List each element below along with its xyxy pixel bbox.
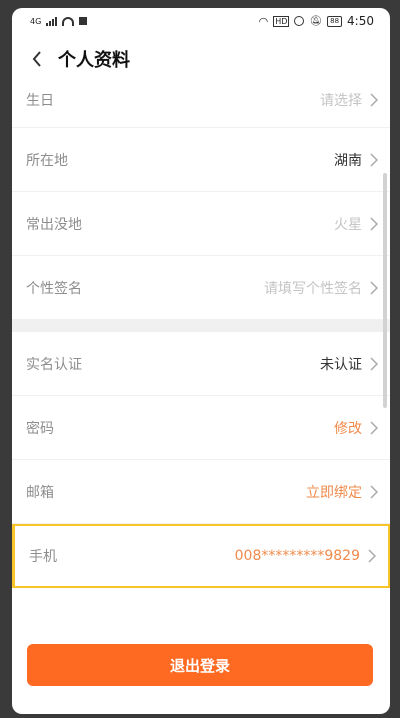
chevron-right-icon bbox=[368, 549, 376, 563]
status-bar: 4G ◠ HD 🔕︎ 88 4:50 bbox=[12, 8, 390, 34]
alarm-icon bbox=[294, 16, 305, 26]
chevron-right-icon bbox=[370, 420, 378, 435]
chevron-right-icon bbox=[370, 356, 378, 371]
row-haunt[interactable]: 常出没地 火星 bbox=[12, 192, 390, 256]
row-label: 生日 bbox=[26, 93, 54, 109]
mute-icon: 🔕︎ bbox=[309, 15, 323, 27]
row-label: 常出没地 bbox=[26, 216, 82, 233]
row-label: 所在地 bbox=[26, 152, 68, 169]
scrollbar[interactable] bbox=[383, 173, 387, 408]
row-value: 修改 bbox=[334, 420, 362, 437]
chevron-right-icon bbox=[370, 216, 378, 231]
row-right: 请填写个性签名 bbox=[264, 278, 378, 298]
signal-icon bbox=[46, 16, 58, 26]
row-right: 008*********9829 bbox=[235, 548, 376, 564]
row-right: 立即绑定 bbox=[306, 482, 378, 502]
row-value: 请选择 bbox=[320, 93, 362, 109]
row-value: 立即绑定 bbox=[306, 484, 362, 501]
row-phone[interactable]: 手机 008*********9829 bbox=[12, 524, 390, 588]
chevron-right-icon bbox=[370, 152, 378, 167]
hd-badge: HD bbox=[273, 15, 290, 27]
row-right: 火星 bbox=[334, 214, 378, 234]
row-label: 密码 bbox=[26, 420, 54, 437]
row-email[interactable]: 邮箱 立即绑定 bbox=[12, 460, 390, 524]
nav-bar: 个人资料 bbox=[12, 34, 390, 84]
back-button[interactable] bbox=[26, 48, 48, 70]
row-value: 火星 bbox=[334, 216, 362, 233]
section-divider bbox=[12, 320, 390, 332]
row-right: 请选择 bbox=[320, 90, 378, 110]
chevron-right-icon bbox=[370, 484, 378, 499]
row-right: 湖南 bbox=[334, 150, 378, 170]
notification-icon bbox=[79, 17, 88, 25]
row-real-name[interactable]: 实名认证 未认证 bbox=[12, 332, 390, 396]
row-value: 请填写个性签名 bbox=[264, 280, 362, 297]
battery-icon: 88 bbox=[327, 15, 343, 27]
row-right: 未认证 bbox=[320, 354, 378, 374]
row-label: 个性签名 bbox=[26, 280, 82, 297]
row-value: 未认证 bbox=[320, 356, 362, 373]
row-value: 008*********9829 bbox=[234, 548, 360, 564]
chevron-right-icon bbox=[370, 93, 378, 107]
network-type: 4G bbox=[30, 16, 42, 26]
row-password[interactable]: 密码 修改 bbox=[12, 396, 390, 460]
headset-icon: ◠ bbox=[258, 14, 269, 28]
profile-list: 生日 请选择 所在地 湖南 常出没地 火星 个性签名 请填写个性签名 实名认证 … bbox=[12, 84, 390, 588]
row-label: 邮箱 bbox=[26, 484, 54, 501]
page-title: 个人资料 bbox=[58, 50, 130, 71]
wifi-icon bbox=[62, 16, 75, 26]
row-birthday[interactable]: 生日 请选择 bbox=[12, 84, 390, 128]
row-value: 湖南 bbox=[334, 152, 362, 169]
row-right: 修改 bbox=[334, 418, 378, 438]
chevron-right-icon bbox=[370, 280, 378, 295]
row-label: 手机 bbox=[29, 549, 57, 565]
chevron-left-icon bbox=[32, 51, 41, 67]
row-location[interactable]: 所在地 湖南 bbox=[12, 128, 390, 192]
clock: 4:50 bbox=[347, 14, 374, 28]
logout-button[interactable]: 退出登录 bbox=[27, 644, 373, 686]
battery-level: 88 bbox=[330, 16, 340, 25]
row-signature[interactable]: 个性签名 请填写个性签名 bbox=[12, 256, 390, 320]
phone-screen: 4G ◠ HD 🔕︎ 88 4:50 个人资料 生日 请选择 所在地 湖南 常出… bbox=[12, 8, 390, 714]
row-label: 实名认证 bbox=[26, 356, 82, 373]
